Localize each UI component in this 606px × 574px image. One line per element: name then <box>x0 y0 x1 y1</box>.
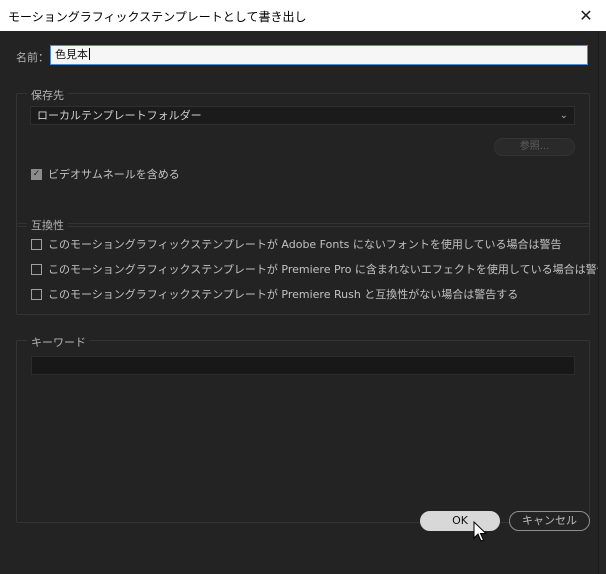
cancel-button[interactable]: キャンセル <box>509 511 590 531</box>
keywords-input[interactable] <box>31 356 575 375</box>
include-thumbnail-checkbox[interactable]: ✓ <box>31 168 42 180</box>
browse-button[interactable]: 参照... <box>494 138 575 156</box>
chevron-down-icon: ⌄ <box>559 110 568 121</box>
compat-option-premiere-pro[interactable]: このモーショングラフィックステンプレートが Premiere Pro に含まれな… <box>31 261 606 277</box>
keywords-group-title: キーワード <box>27 334 90 350</box>
window-title: モーショングラフィックステンプレートとして書き出し <box>8 10 307 24</box>
window-edge-strip <box>598 31 606 574</box>
destination-dropdown[interactable]: ローカルテンプレートフォルダー ⌄ <box>30 106 575 125</box>
compat-option-premiere-rush[interactable]: このモーショングラフィックステンプレートが Premiere Rush と互換性… <box>31 286 518 302</box>
name-input[interactable]: 色見本 <box>50 45 588 65</box>
destination-dropdown-value: ローカルテンプレートフォルダー <box>37 109 202 122</box>
compat-option-adobe-fonts[interactable]: このモーショングラフィックステンプレートが Adobe Fonts にないフォン… <box>31 236 562 252</box>
ok-button[interactable]: OK <box>420 511 500 531</box>
mouse-pointer-icon <box>473 521 487 542</box>
compat-label-premiere-pro: このモーショングラフィックステンプレートが Premiere Pro に含まれな… <box>48 263 606 276</box>
export-dialog: 名前： 色見本 保存先 ローカルテンプレートフォルダー ⌄ 参照... ✓ ビデ… <box>0 31 606 574</box>
compat-checkbox-premiere-rush[interactable] <box>31 288 42 300</box>
compat-checkbox-premiere-pro[interactable] <box>31 263 42 275</box>
name-label: 名前： <box>16 51 49 64</box>
title-bar: モーショングラフィックステンプレートとして書き出し ✕ <box>0 0 606 32</box>
compat-checkbox-adobe-fonts[interactable] <box>31 238 42 250</box>
include-thumbnail-label: ビデオサムネールを含める <box>48 168 180 181</box>
name-input-value: 色見本 <box>55 48 88 61</box>
include-thumbnail-row[interactable]: ✓ ビデオサムネールを含める <box>31 166 180 182</box>
compat-label-premiere-rush: このモーショングラフィックステンプレートが Premiere Rush と互換性… <box>48 288 519 301</box>
compatibility-group-title: 互換性 <box>27 217 68 233</box>
compat-label-adobe-fonts: このモーショングラフィックステンプレートが Adobe Fonts にないフォン… <box>48 238 562 251</box>
destination-group-title: 保存先 <box>27 87 68 103</box>
text-caret <box>89 48 90 60</box>
close-icon[interactable]: ✕ <box>566 0 606 31</box>
checkmark-icon: ✓ <box>32 168 41 179</box>
